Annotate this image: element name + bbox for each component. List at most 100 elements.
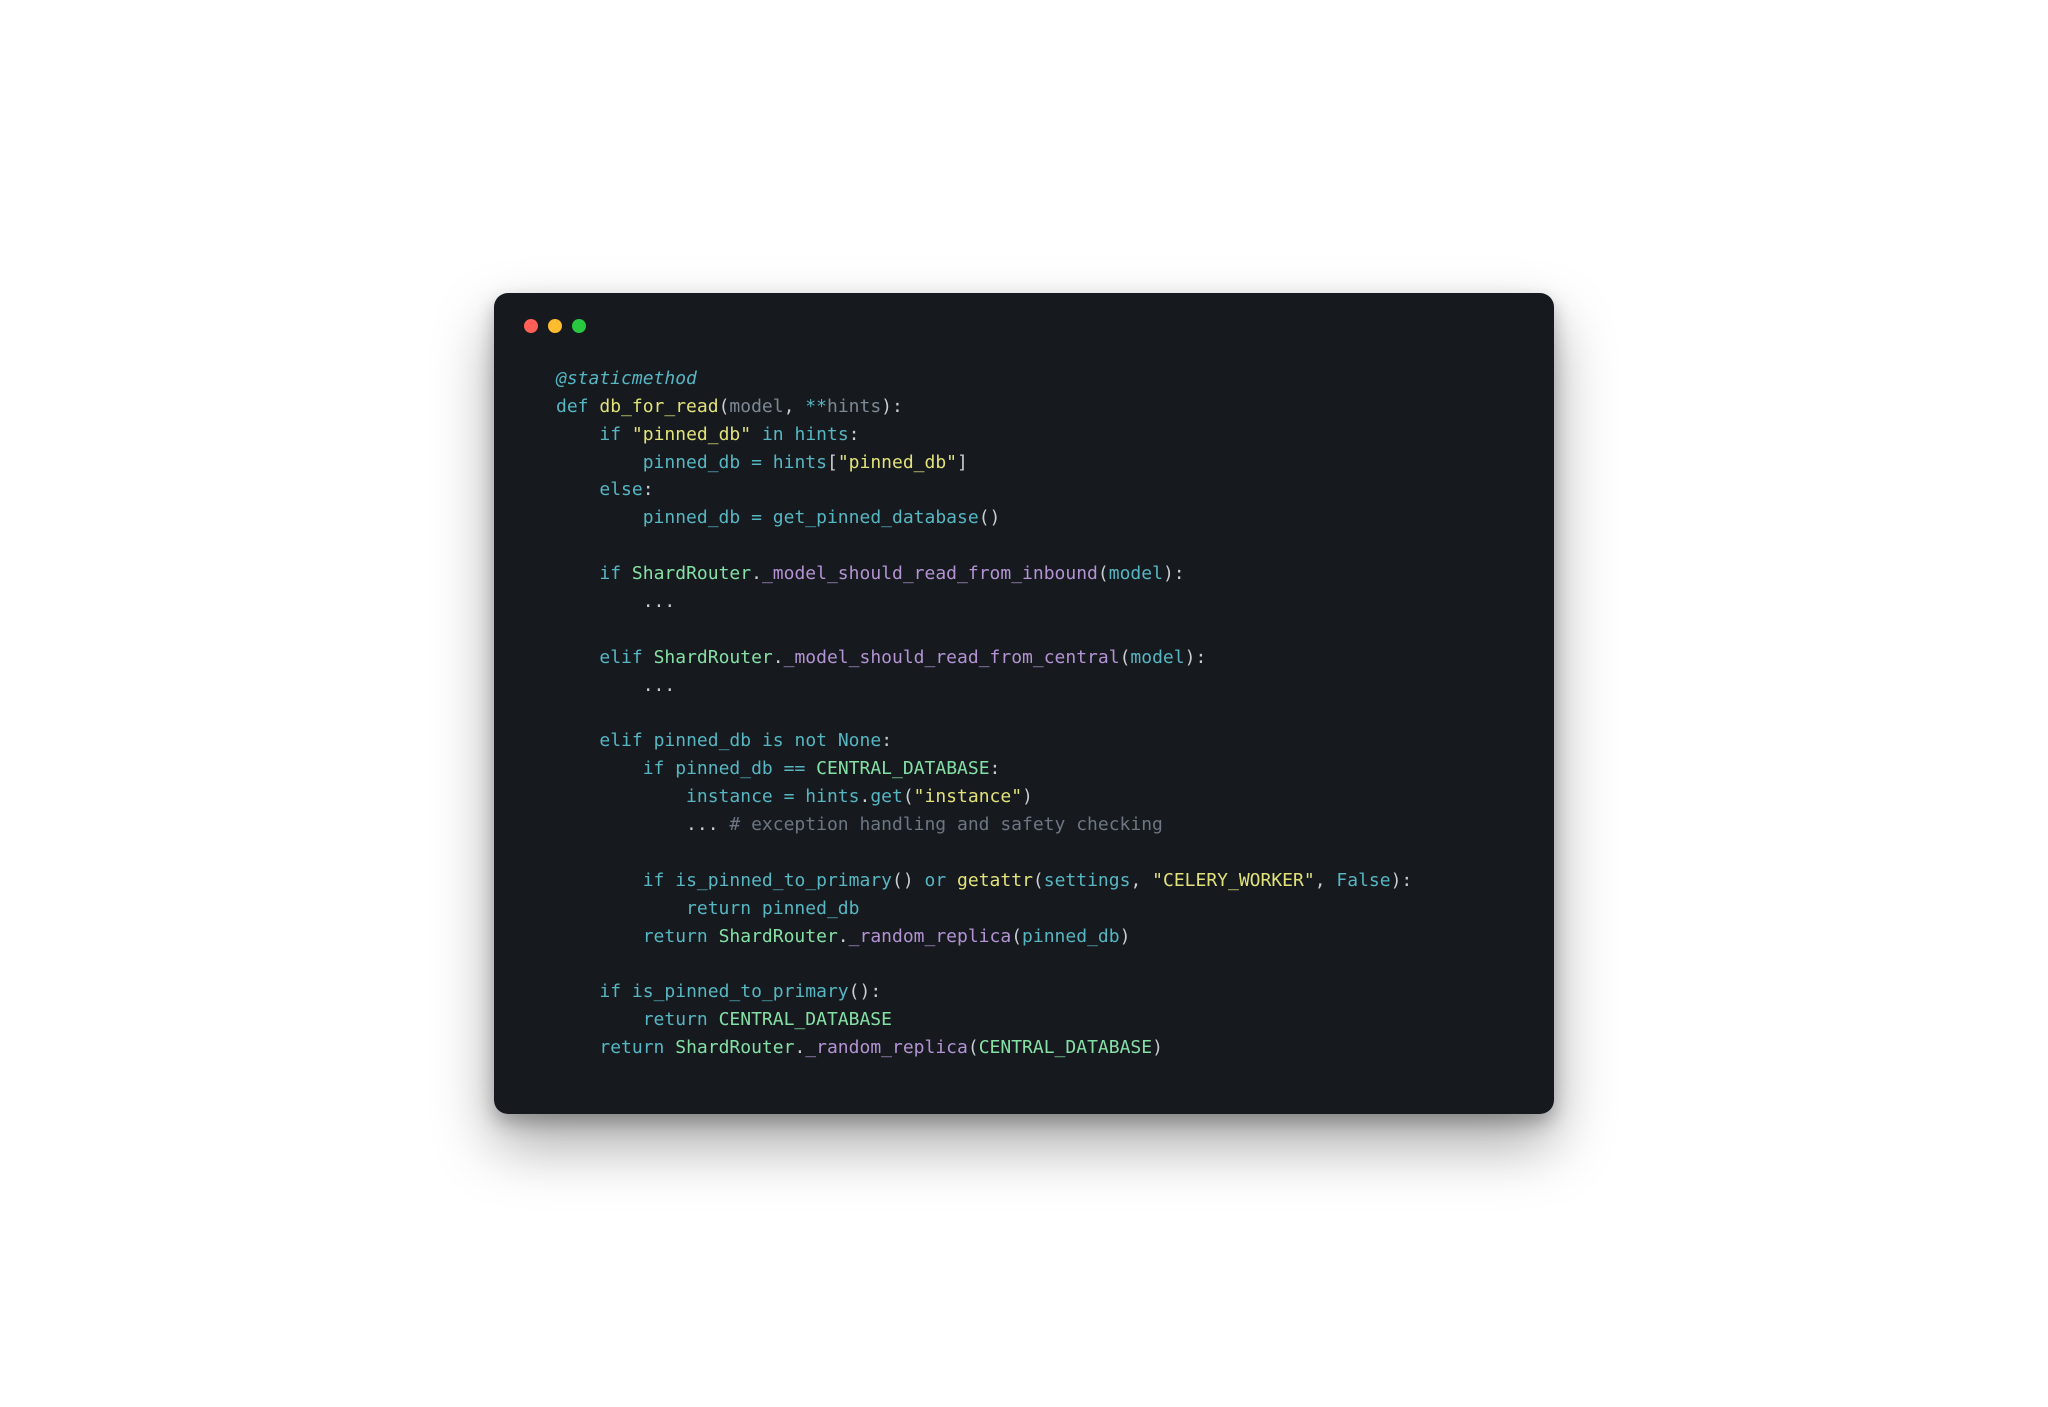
id-hints: hints [773,452,827,473]
param-hints: hints [827,396,881,417]
punct-rparen: ) [859,981,870,1002]
punct-rparen: ) [1022,786,1033,807]
punct-lparen: ( [1120,647,1131,668]
punct-lparen: ( [979,507,990,528]
id-pinned-db: pinned_db [643,507,741,528]
kw-elif: elif [599,730,642,751]
kw-is: is [762,730,784,751]
kw-if: if [599,981,621,1002]
punct-lparen: ( [892,870,903,891]
call-get-pinned-database: get_pinned_database [773,507,979,528]
param-model: model [729,396,783,417]
ellipsis: ... [686,814,719,835]
punct-lparen: ( [968,1037,979,1058]
const-none: None [838,730,881,751]
att-get: get [870,786,903,807]
punct-colon: : [849,424,860,445]
ellipsis: ... [643,675,676,696]
str-pinned-db: "pinned_db" [632,424,751,445]
punct-lparen: ( [849,981,860,1002]
punct-comma: , [1315,870,1326,891]
punct-rparen: ) [1152,1037,1163,1058]
punct-dot: . [773,647,784,668]
close-icon[interactable] [524,319,538,333]
punct-colon: : [1401,870,1412,891]
id-model: model [1130,647,1184,668]
call-is-pinned-to-primary: is_pinned_to_primary [675,870,892,891]
gbl-central-db: CENTRAL_DATABASE [816,758,989,779]
id-settings: settings [1044,870,1131,891]
bi-getattr: getattr [957,870,1033,891]
id-pinned-db: pinned_db [762,898,860,919]
punct-rparen: ) [1391,870,1402,891]
zoom-icon[interactable] [572,319,586,333]
id-pinned-db: pinned_db [654,730,752,751]
punct-colon: : [892,396,903,417]
punct-colon: : [881,730,892,751]
op-eq: = [751,452,762,473]
minimize-icon[interactable] [548,319,562,333]
op-eq: = [784,786,795,807]
punct-lparen: ( [1098,563,1109,584]
gbl-central-db: CENTRAL_DATABASE [719,1009,892,1030]
punct-lparen: ( [719,396,730,417]
func-name: db_for_read [599,396,718,417]
kw-return: return [599,1037,664,1058]
window-titlebar [520,317,1528,365]
punct-dot: . [838,926,849,947]
punct-lparen: ( [1033,870,1044,891]
gbl-central-db: CENTRAL_DATABASE [979,1037,1152,1058]
punct-colon: : [643,479,654,500]
punct-rbrack: ] [957,452,968,473]
punct-comma: , [1130,870,1141,891]
id-hints: hints [805,786,859,807]
kw-return: return [643,926,708,947]
kw-or: or [925,870,947,891]
call-is-pinned-to-primary: is_pinned_to_primary [632,981,849,1002]
op-eqeq: == [784,758,806,779]
punct-rparen: ) [1163,563,1174,584]
id-hints: hints [794,424,848,445]
kw-elif: elif [599,647,642,668]
kw-if: if [643,870,665,891]
punct-comma: , [784,396,795,417]
id-pinned-db: pinned_db [1022,926,1120,947]
punct-rparen: ) [1120,926,1131,947]
code-block: @staticmethod def db_for_read(model, **h… [520,365,1528,1062]
punct-rparen: ) [903,870,914,891]
id-model: model [1109,563,1163,584]
punct-dot: . [794,1037,805,1058]
ellipsis: ... [643,591,676,612]
star-star: ** [805,396,827,417]
id-pinned-db: pinned_db [643,452,741,473]
kw-if: if [599,563,621,584]
cls-shardrouter: ShardRouter [675,1037,794,1058]
kw-if: if [643,758,665,779]
punct-rparen: ) [881,396,892,417]
punct-colon: : [1174,563,1185,584]
cls-shardrouter: ShardRouter [654,647,773,668]
str-celery: "CELERY_WORKER" [1152,870,1315,891]
comment-safety: # exception handling and safety checking [729,814,1162,835]
mbr-central: _model_should_read_from_central [784,647,1120,668]
punct-rparen: ) [990,507,1001,528]
punct-dot: . [751,563,762,584]
cls-shardrouter: ShardRouter [632,563,751,584]
str-instance: "instance" [914,786,1022,807]
kw-else: else [599,479,642,500]
kw-if: if [599,424,621,445]
punct-colon: : [1195,647,1206,668]
decorator: @staticmethod [556,368,697,389]
kw-not: not [794,730,827,751]
kw-def: def [556,396,589,417]
kw-return: return [686,898,751,919]
mbr-random-replica: _random_replica [849,926,1012,947]
const-false: False [1336,870,1390,891]
str-pinned-db: "pinned_db" [838,452,957,473]
mbr-random-replica: _random_replica [805,1037,968,1058]
punct-colon: : [870,981,881,1002]
mbr-inbound: _model_should_read_from_inbound [762,563,1098,584]
punct-lparen: ( [1011,926,1022,947]
op-eq: = [751,507,762,528]
punct-lparen: ( [903,786,914,807]
